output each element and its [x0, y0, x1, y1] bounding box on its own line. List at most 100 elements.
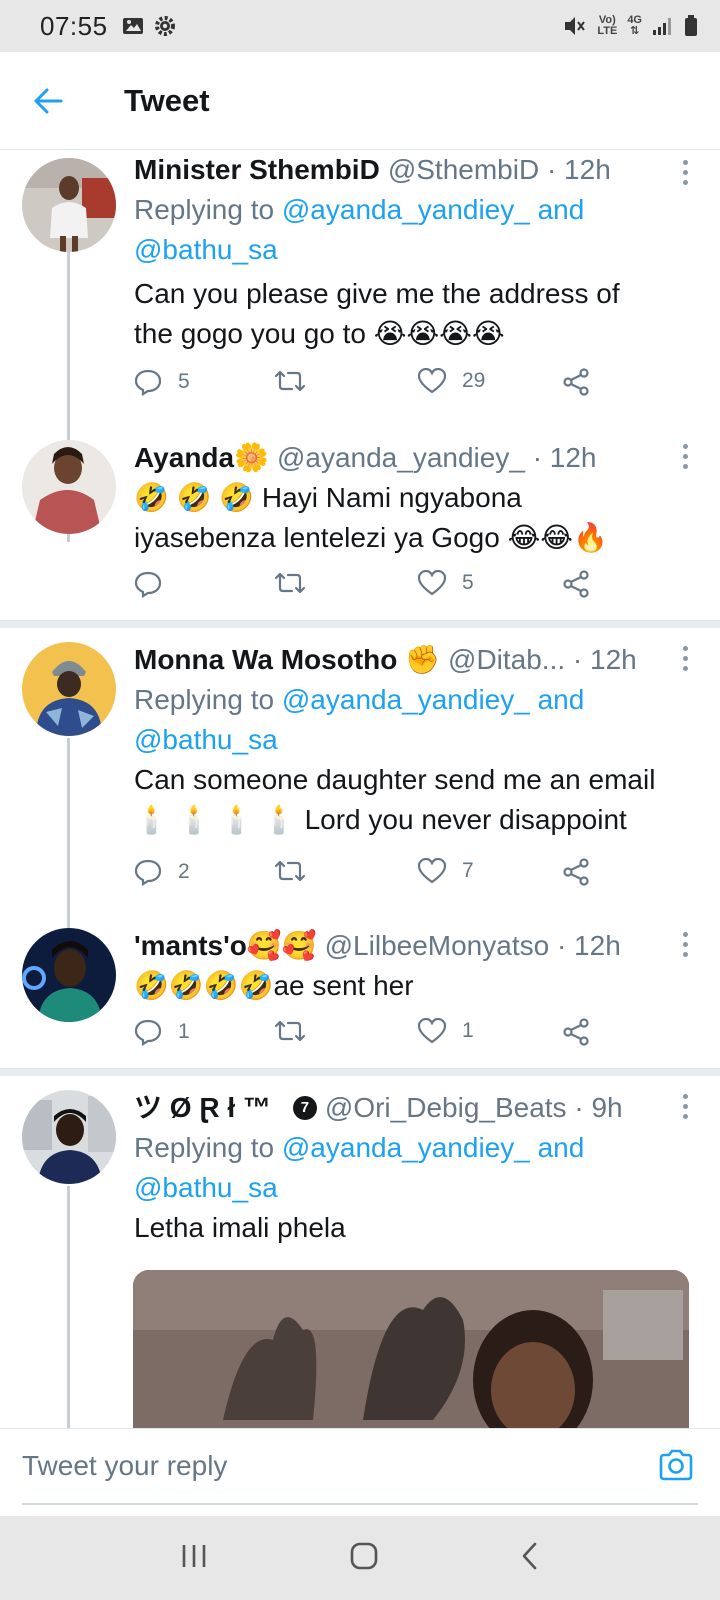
reply-button[interactable]: 5	[134, 368, 190, 396]
page-title: Tweet	[124, 82, 210, 118]
section-divider	[0, 1068, 720, 1076]
share-button[interactable]	[562, 1018, 590, 1046]
more-options-button[interactable]	[680, 444, 690, 469]
avatar[interactable]	[22, 158, 116, 252]
mention-link[interactable]: @bathu_sa	[134, 724, 278, 755]
tweet-header: Ayanda🌼 @ayanda_yandiey_ · 12h	[134, 438, 700, 478]
tweet-actions: 1 1	[134, 1018, 604, 1058]
like-icon	[418, 570, 446, 596]
more-options-button[interactable]	[680, 1094, 690, 1119]
back-nav-icon	[522, 1542, 536, 1569]
reply-placeholder: Tweet your reply	[22, 1450, 228, 1481]
reply-button[interactable]: 1	[134, 1018, 190, 1046]
handle-time: @SthembiD · 12h	[387, 154, 611, 185]
display-name[interactable]: ツ Ø Ɽ ł ™	[134, 1088, 271, 1128]
system-nav-bar	[0, 1516, 720, 1600]
retweet-button[interactable]	[274, 368, 306, 394]
share-icon	[563, 1018, 589, 1046]
tweet-header: Minister SthembiD @SthembiD · 12h	[134, 150, 700, 190]
avatar-image	[22, 440, 116, 534]
display-name[interactable]: Monna Wa Mosotho ✊	[134, 640, 440, 680]
handle-time: @Ori_Debig_Beats · 9h	[324, 1092, 623, 1123]
thread-line	[67, 1186, 70, 1428]
home-icon	[350, 1542, 378, 1569]
like-button[interactable]: 7	[418, 858, 474, 884]
avatar[interactable]	[22, 642, 116, 736]
signal-icon	[653, 18, 671, 35]
retweet-icon	[274, 572, 306, 594]
avatar[interactable]	[22, 1090, 116, 1184]
replying-to: Replying to @ayanda_yandiey_ and @bathu_…	[134, 684, 585, 755]
retweet-button[interactable]	[274, 570, 306, 596]
tweet-header: 'mants'o🥰🥰 @LilbeeMonyatso · 12h	[134, 926, 700, 966]
camera-button[interactable]	[658, 1449, 694, 1486]
share-icon	[563, 368, 589, 396]
thread-line	[67, 738, 70, 930]
like-icon	[418, 368, 446, 394]
mention-link[interactable]: @ayanda_yandiey_	[282, 684, 530, 715]
reply-icon	[134, 1019, 162, 1046]
data-type-indicator: 4G ⇅	[627, 14, 642, 37]
tweet-header: ツ Ø Ɽ ł ™ 7 @Ori_Debig_Beats · 9h	[134, 1088, 700, 1128]
reply-button[interactable]: 2	[134, 858, 190, 886]
handle-time: @LilbeeMonyatso · 12h	[324, 930, 621, 961]
replying-to: Replying to @ayanda_yandiey_ and @bathu_…	[134, 1132, 585, 1203]
more-options-button[interactable]	[680, 160, 690, 185]
battery-icon	[685, 15, 697, 36]
tweet-text: Can you please give me the address of th…	[134, 278, 620, 349]
settings-gear-icon	[154, 16, 175, 36]
badge: 7	[292, 1096, 317, 1120]
section-divider	[0, 620, 720, 628]
like-button[interactable]: 5	[418, 570, 474, 596]
reply-input[interactable]: Tweet your reply	[22, 1429, 698, 1505]
display-name[interactable]: Ayanda🌼	[134, 438, 269, 478]
tweet-actions: 5 29	[134, 368, 604, 408]
avatar-image	[22, 1090, 116, 1184]
reply-feed[interactable]: Minister SthembiD @SthembiD · 12h Replyi…	[0, 150, 720, 1428]
share-button[interactable]	[562, 858, 590, 886]
mention-link[interactable]: @ayanda_yandiey_	[282, 1132, 530, 1163]
tweet-actions: 5	[134, 570, 604, 610]
reply-icon	[134, 859, 162, 886]
more-options-button[interactable]	[680, 646, 690, 671]
avatar[interactable]	[22, 440, 116, 534]
share-icon	[563, 570, 589, 598]
display-name[interactable]: 'mants'o🥰🥰	[134, 926, 317, 966]
avatar-image	[22, 928, 116, 1022]
mention-link[interactable]: @ayanda_yandiey_	[282, 194, 530, 225]
avatar[interactable]	[22, 928, 116, 1022]
mention-link[interactable]: @bathu_sa	[134, 234, 278, 265]
retweet-button[interactable]	[274, 858, 306, 884]
share-button[interactable]	[562, 368, 590, 396]
volte-indicator: Vo) LTE	[597, 14, 618, 37]
recent-apps-button[interactable]	[180, 1543, 208, 1574]
handle-time: @ayanda_yandiey_ · 12h	[276, 442, 597, 473]
retweet-icon	[274, 860, 306, 882]
retweet-icon	[274, 370, 306, 392]
more-options-button[interactable]	[680, 932, 690, 957]
back-arrow-icon	[34, 88, 63, 113]
tweet-text: Can someone daughter send me an email 🕯️…	[134, 764, 656, 835]
app-bar: Tweet	[0, 52, 720, 150]
like-button[interactable]: 1	[418, 1018, 474, 1044]
mention-link[interactable]: @bathu_sa	[134, 1172, 278, 1203]
tweet-actions: 2 7	[134, 858, 604, 898]
share-button[interactable]	[562, 570, 590, 598]
home-button[interactable]	[349, 1541, 379, 1576]
retweet-icon	[274, 1020, 306, 1042]
status-bar: 07:55 Vo) LTE 4G ⇅	[0, 0, 720, 52]
back-button[interactable]	[0, 52, 96, 150]
like-icon	[418, 1018, 446, 1044]
reply-icon	[134, 571, 162, 598]
reply-button[interactable]	[134, 570, 178, 598]
back-nav-button[interactable]	[520, 1541, 540, 1576]
display-name[interactable]: Minister SthembiD	[134, 150, 380, 190]
tweet-text: 🤣🤣🤣🤣ae sent her	[134, 970, 414, 1001]
status-time: 07:55	[40, 10, 108, 41]
tweet-media-image[interactable]	[133, 1270, 689, 1428]
media-photo	[133, 1270, 689, 1428]
tweet-header: Monna Wa Mosotho ✊ @Ditab... · 12h	[134, 640, 700, 680]
retweet-button[interactable]	[274, 1018, 306, 1044]
like-button[interactable]: 29	[418, 368, 485, 394]
share-icon	[563, 858, 589, 886]
